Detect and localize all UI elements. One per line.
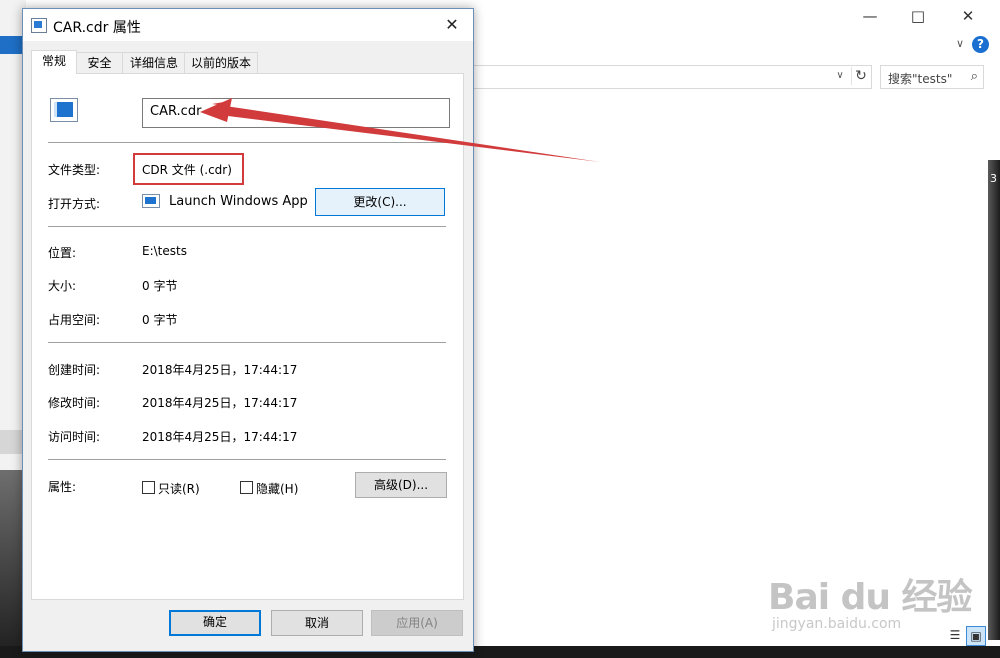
watermark: Bai du 经验 jingyan.baidu.com	[768, 568, 973, 632]
properties-dialog: CAR.cdr 属性 ✕ 常规 安全 详细信息 以前的版本 文件类型: CDR …	[22, 8, 474, 652]
modified-label: 修改时间:	[48, 396, 101, 410]
ribbon-expand-icon[interactable]: ∨	[952, 36, 968, 52]
location-label: 位置:	[48, 246, 77, 260]
cancel-button[interactable]: 取消	[271, 610, 363, 636]
maximize-button[interactable]: □	[906, 6, 930, 26]
accessed-value: 2018年4月25日，17:44:17	[142, 430, 298, 444]
large-icons-view-icon[interactable]: ▣	[966, 626, 986, 646]
size-on-disk-label: 占用空间:	[48, 313, 101, 327]
tab-previous-versions[interactable]: 以前的版本	[184, 52, 258, 73]
close-window-button[interactable]: ✕	[956, 6, 980, 26]
search-icon: ⌕	[970, 69, 978, 84]
size-value: 0 字节	[142, 279, 178, 293]
file-type-icon	[31, 18, 47, 33]
checkbox-box[interactable]	[142, 481, 155, 494]
accessed-label: 访问时间:	[48, 430, 101, 444]
tab-general[interactable]: 常规	[31, 50, 77, 74]
watermark-url: jingyan.baidu.com	[772, 616, 902, 632]
file-name-input[interactable]	[148, 103, 442, 120]
size-on-disk-value: 0 字节	[142, 313, 178, 327]
advanced-button[interactable]: 高级(D)...	[355, 472, 447, 498]
location-value: E:\tests	[142, 244, 187, 258]
ok-button[interactable]: 确定	[169, 610, 261, 636]
file-name-field[interactable]	[142, 98, 450, 128]
address-bar[interactable]	[472, 65, 872, 89]
modified-value: 2018年4月25日，17:44:17	[142, 396, 298, 410]
address-history-chevron-icon[interactable]: ∨	[832, 67, 848, 85]
minimize-button[interactable]: —	[858, 6, 882, 26]
tab-security[interactable]: 安全	[75, 52, 124, 73]
highlight-box	[133, 153, 244, 185]
checkbox-box[interactable]	[240, 481, 253, 494]
general-tab-panel: 文件类型: CDR 文件 (.cdr) 打开方式: Launch Windows…	[31, 73, 464, 600]
size-label: 大小:	[48, 279, 77, 293]
divider	[48, 342, 446, 343]
desktop-wallpaper-edge-right	[988, 160, 1000, 640]
search-placeholder: 搜索"tests"	[888, 72, 953, 86]
close-icon[interactable]: ✕	[437, 14, 467, 36]
change-button[interactable]: 更改(C)...	[315, 188, 445, 216]
tab-details[interactable]: 详细信息	[122, 52, 186, 73]
details-view-icon[interactable]: ☰	[946, 626, 964, 644]
partial-text: 3	[990, 172, 997, 185]
created-label: 创建时间:	[48, 363, 101, 377]
app-icon	[142, 194, 160, 208]
dialog-title: CAR.cdr 属性	[53, 20, 141, 36]
watermark-brand: Bai du 经验	[768, 577, 973, 618]
created-value: 2018年4月25日，17:44:17	[142, 363, 298, 377]
apply-button[interactable]: 应用(A)	[371, 610, 463, 636]
open-with-value: Launch Windows App	[169, 194, 308, 209]
divider	[48, 226, 446, 227]
open-with-label: 打开方式:	[48, 197, 101, 211]
readonly-checkbox-label: 只读(R)	[158, 482, 200, 496]
hidden-checkbox-label: 隐藏(H)	[256, 482, 299, 496]
attributes-label: 属性:	[48, 480, 77, 494]
file-type-label: 文件类型:	[48, 163, 101, 177]
refresh-icon[interactable]: ↻	[851, 67, 870, 85]
cdr-file-icon	[50, 98, 78, 122]
divider	[48, 459, 446, 460]
divider	[48, 142, 446, 143]
search-input[interactable]: 搜索"tests" ⌕	[880, 65, 984, 89]
help-icon[interactable]: ?	[972, 36, 989, 53]
dialog-titlebar[interactable]: CAR.cdr 属性 ✕	[23, 9, 473, 41]
